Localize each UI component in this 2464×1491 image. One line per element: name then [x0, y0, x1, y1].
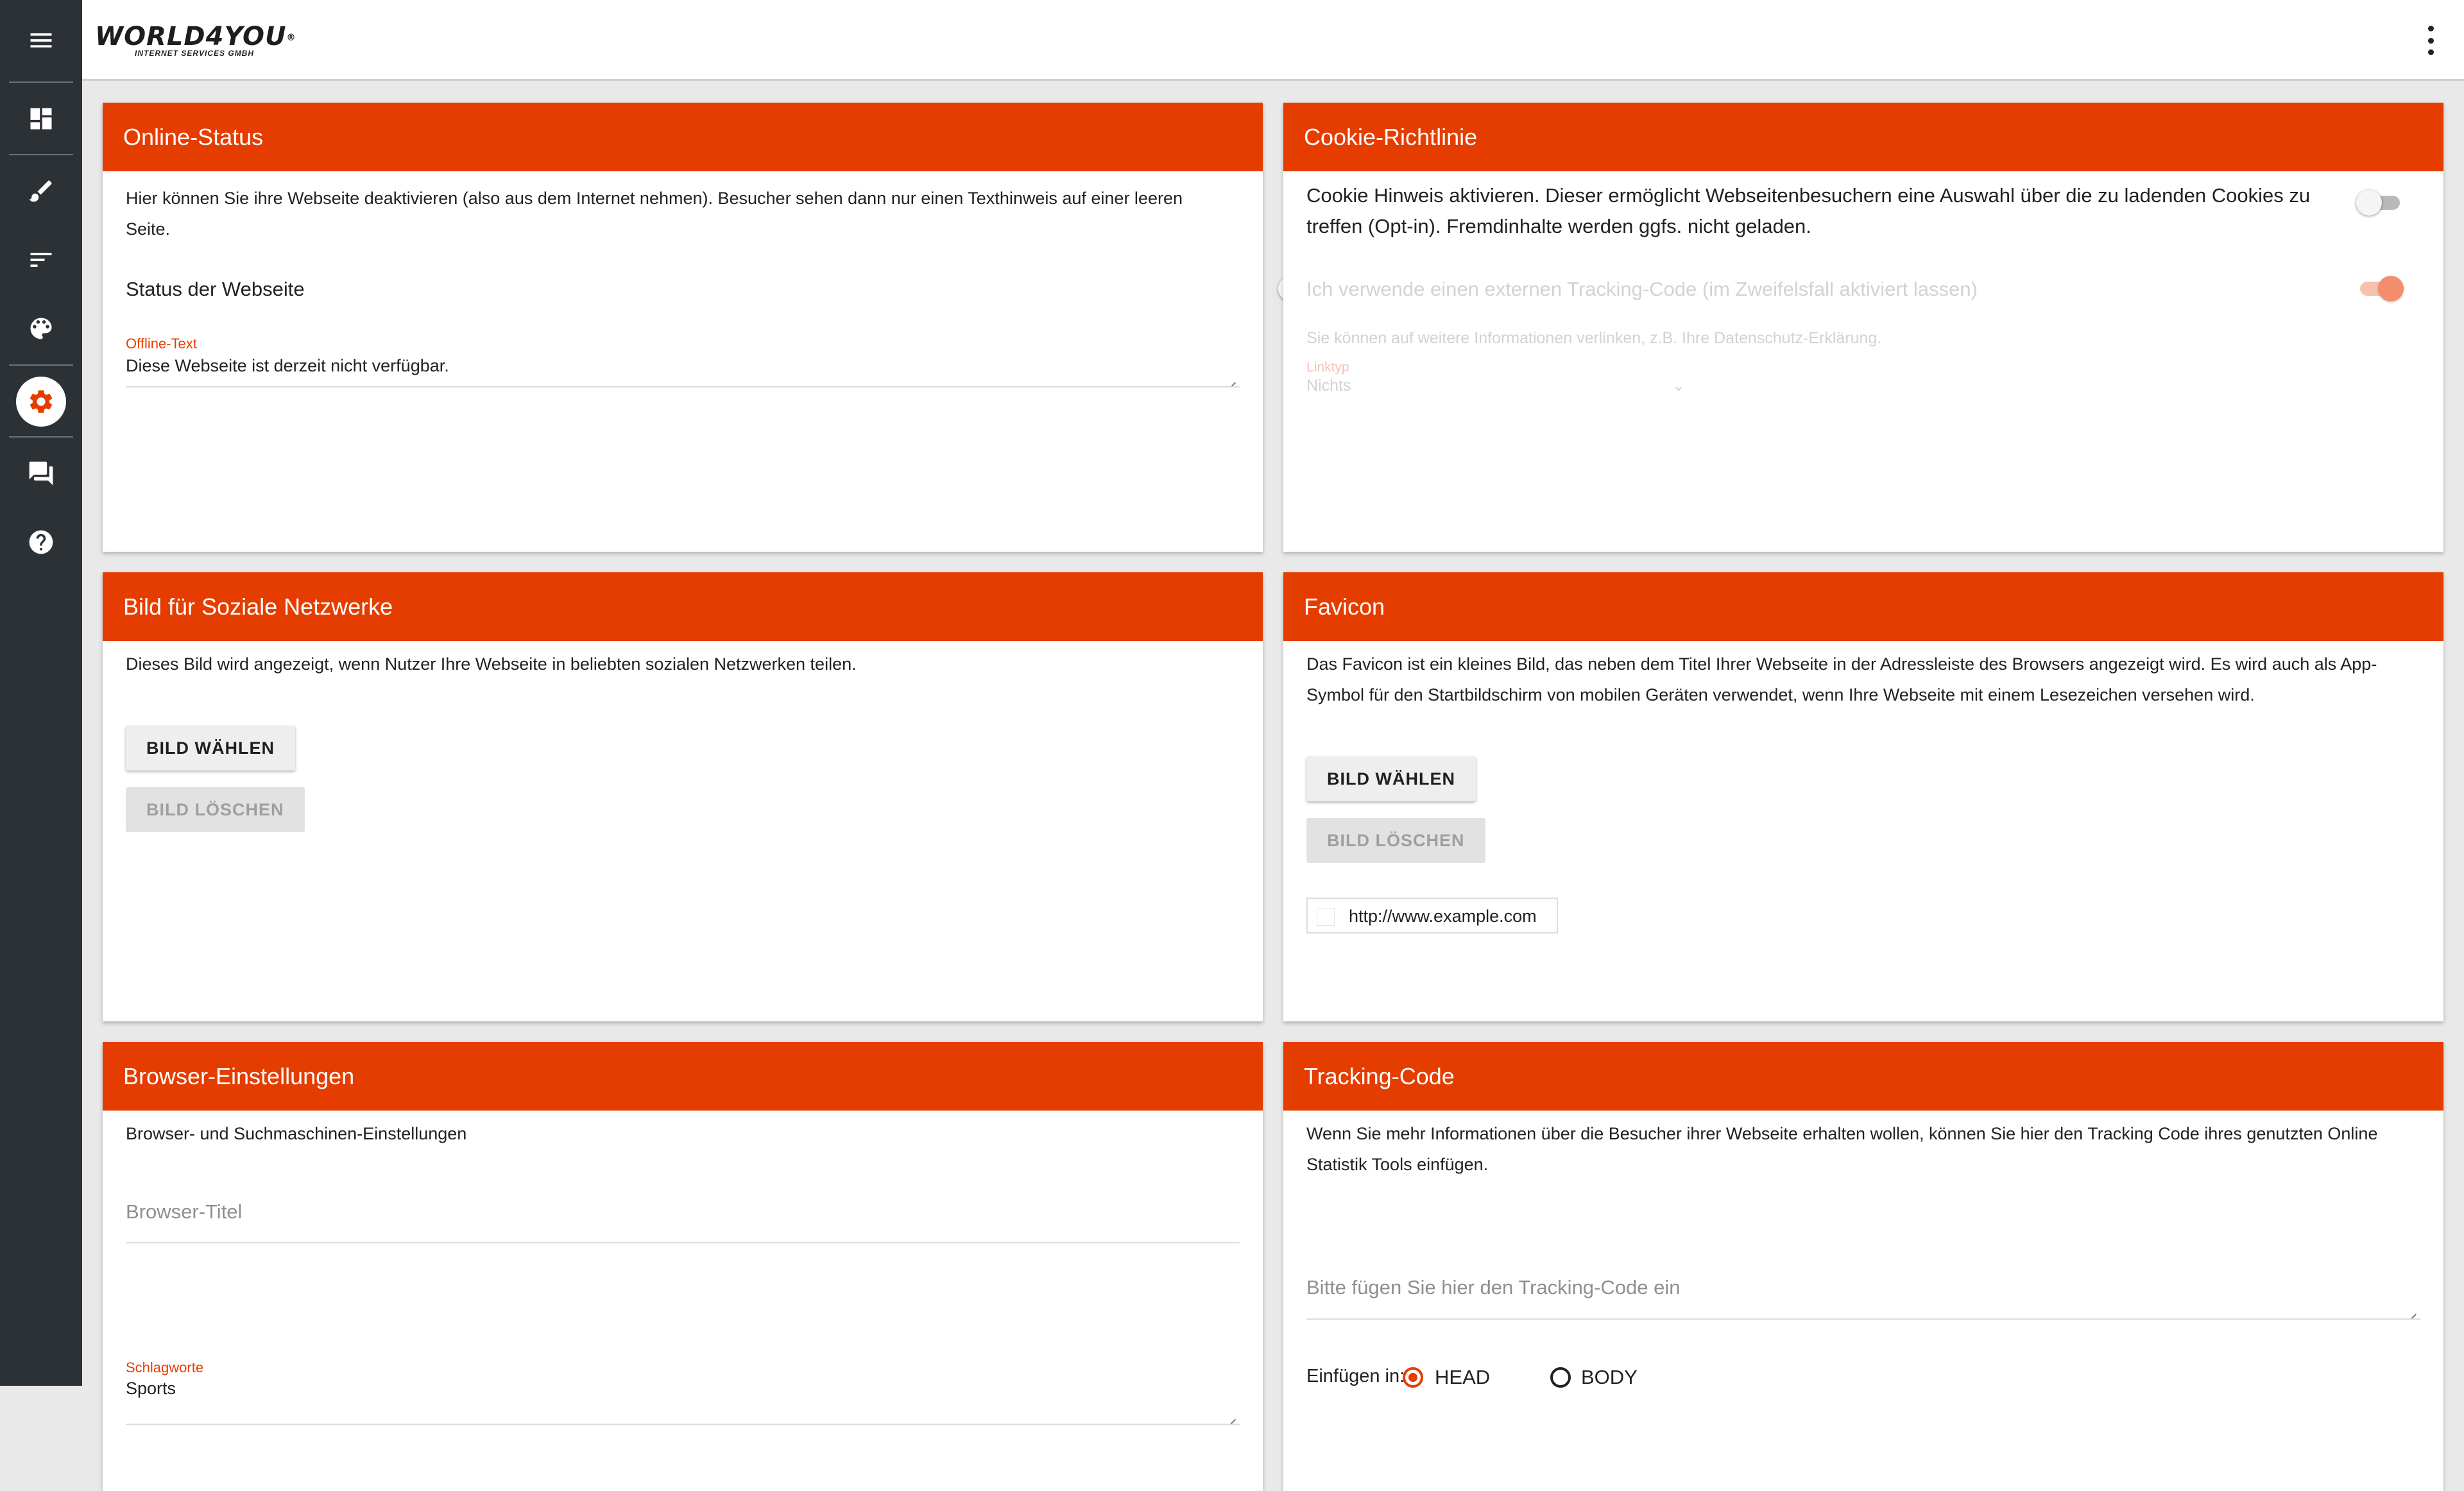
chevron-down-icon: ⌄	[1672, 377, 1685, 395]
sort-icon	[30, 253, 52, 267]
active-indicator	[16, 377, 66, 427]
keywords-underline	[126, 1424, 1240, 1425]
radio-body[interactable]	[1550, 1367, 1571, 1388]
sidebar-divider	[9, 81, 73, 83]
card-social-image: Bild für Soziale Netzwerke Dieses Bild w…	[103, 572, 1263, 1021]
keywords-label: Schlagworte	[126, 1359, 204, 1376]
forum-icon	[29, 461, 53, 486]
favicon-preview-tab: http://www.example.com	[1306, 898, 1558, 933]
card-title: Favicon	[1283, 572, 2443, 641]
browser-settings-description: Browser- und Suchmaschinen-Einstellungen	[126, 1124, 467, 1143]
sidebar-divider	[9, 436, 73, 438]
favicon-preview-url: http://www.example.com	[1349, 907, 1537, 926]
linktype-label: Linktyp	[1306, 360, 1349, 375]
kebab-icon	[2427, 26, 2434, 55]
delete-favicon-button[interactable]: BILD LÖSCHEN	[1306, 818, 1485, 863]
card-online-status: Online-Status Hier können Sie ihre Webse…	[103, 103, 1322, 552]
brand-logo[interactable]: WORLD4YOU® INTERNET SERVICES GMBH	[95, 23, 296, 58]
card-title: Tracking-Code	[1283, 1042, 2443, 1111]
favicon-placeholder-icon	[1317, 908, 1335, 926]
card-title: Browser-Einstellungen	[103, 1042, 1263, 1111]
sidebar	[0, 0, 82, 1386]
cookie-notice-toggle[interactable]	[2356, 188, 2402, 217]
help-icon	[29, 530, 53, 554]
offline-text-input[interactable]: Diese Webseite ist derzeit nicht verfügb…	[126, 356, 449, 376]
dashboard-icon	[30, 108, 52, 130]
sidebar-item-dashboard[interactable]	[0, 87, 82, 151]
gear-icon	[30, 390, 53, 413]
keywords-input[interactable]: Sports	[126, 1379, 176, 1399]
top-bar: WORLD4YOU® INTERNET SERVICES GMBH	[82, 0, 2464, 81]
sidebar-divider	[9, 364, 73, 366]
card-title: Bild für Soziale Netzwerke	[103, 572, 1263, 641]
logo-text: WORLD4YOU	[95, 22, 287, 51]
more-options-button[interactable]	[2424, 26, 2437, 55]
sidebar-item-settings[interactable]	[0, 370, 82, 434]
sidebar-item-colors[interactable]	[0, 296, 82, 361]
resize-handle-icon[interactable]	[2410, 1308, 2417, 1315]
sidebar-item-help[interactable]	[0, 510, 82, 574]
choose-favicon-button[interactable]: BILD WÄHLEN	[1306, 756, 1476, 801]
logo-registered-mark: ®	[286, 33, 296, 43]
linktype-value: Nichts	[1306, 377, 1351, 395]
tracking-code-underline	[1306, 1318, 2420, 1320]
tracking-code-input[interactable]: Bitte fügen Sie hier den Tracking-Code e…	[1306, 1276, 1680, 1299]
menu-icon	[30, 33, 52, 47]
website-status-label: Status der Webseite	[126, 278, 305, 300]
choose-image-button[interactable]: BILD WÄHLEN	[126, 726, 295, 771]
sidebar-menu-button[interactable]	[0, 8, 82, 72]
radio-head[interactable]	[1403, 1367, 1423, 1388]
sidebar-item-design[interactable]	[0, 159, 82, 223]
sidebar-item-messages[interactable]	[0, 441, 82, 506]
favicon-description: Das Favicon ist ein kleines Bild, das ne…	[1306, 654, 2377, 704]
offline-text-underline	[126, 386, 1240, 388]
card-favicon: Favicon Das Favicon ist ein kleines Bild…	[1283, 572, 2443, 1021]
online-status-description: Hier können Sie ihre Webseite deaktivier…	[126, 189, 1183, 239]
link-info-text: Sie können auf weitere Informationen ver…	[1306, 329, 1882, 347]
browser-title-input[interactable]: Browser-Titel	[126, 1200, 242, 1223]
tracking-description: Wenn Sie mehr Informationen über die Bes…	[1306, 1124, 2378, 1174]
sidebar-divider	[9, 154, 73, 155]
card-title: Online-Status	[103, 103, 1263, 171]
card-cookie-policy: Cookie-Richtlinie Cookie Hinweis aktivie…	[1283, 103, 2443, 552]
cookie-description: Cookie Hinweis aktivieren. Dieser ermögl…	[1306, 184, 2311, 237]
resize-handle-icon[interactable]	[1229, 377, 1236, 383]
insert-in-label: Einfügen in:	[1306, 1366, 1405, 1386]
sidebar-item-content[interactable]	[0, 228, 82, 292]
linktype-select[interactable]: Nichts ⌄	[1306, 377, 1685, 402]
card-tracking-code: Tracking-Code Wenn Sie mehr Informatione…	[1283, 1042, 2443, 1491]
palette-icon	[30, 318, 52, 339]
delete-image-button[interactable]: BILD LÖSCHEN	[126, 787, 305, 832]
external-tracking-label: Ich verwende einen externen Tracking-Cod…	[1306, 278, 1978, 300]
social-image-description: Dieses Bild wird angezeigt, wenn Nutzer …	[126, 654, 857, 674]
card-browser-settings: Browser-Einstellungen Browser- und Suchm…	[103, 1042, 1263, 1491]
resize-handle-icon[interactable]	[1229, 1413, 1236, 1420]
brush-icon	[29, 180, 52, 202]
offline-text-label: Offline-Text	[126, 336, 197, 352]
external-tracking-toggle[interactable]	[2356, 274, 2404, 303]
card-title: Cookie-Richtlinie	[1283, 103, 2443, 171]
browser-title-underline	[126, 1242, 1240, 1243]
